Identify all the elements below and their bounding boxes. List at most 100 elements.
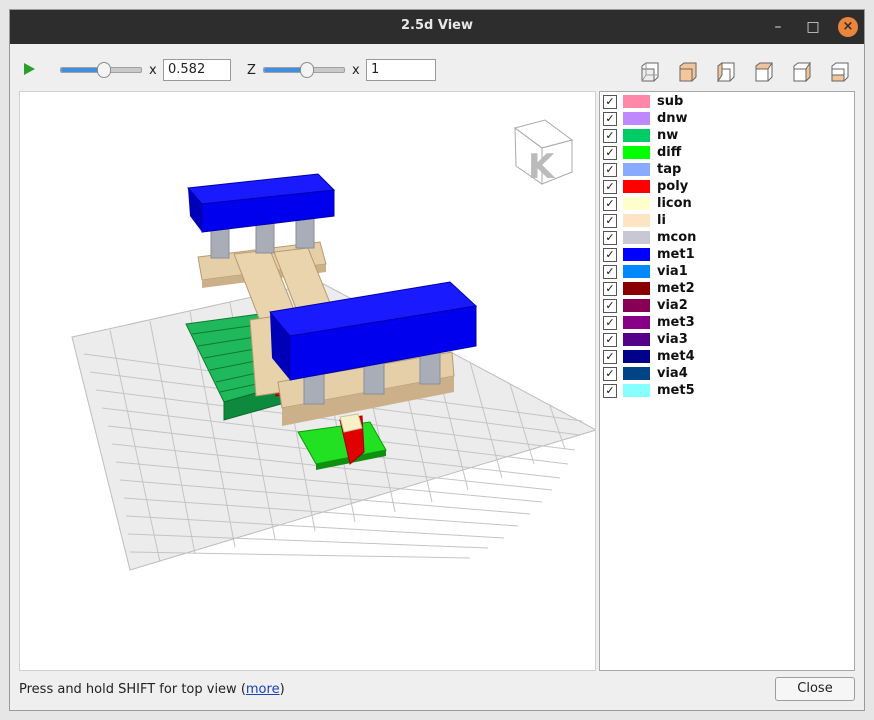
layer-color-swatch [623,214,650,227]
layer-row-met2[interactable]: ✓ met2 [602,280,852,297]
layer-name: li [657,213,666,228]
maximize-icon[interactable]: □ [803,17,823,37]
layer-row-dnw[interactable]: ✓ dnw [602,110,852,127]
layer-name: met4 [657,349,695,364]
layer-color-swatch [623,112,650,125]
mcon-pillar [210,227,230,259]
layer-checkbox[interactable]: ✓ [603,180,617,194]
dialog-window: 2.5d View – □ × x 0.582 Z x 1 K ✓ sub ✓ … [9,9,865,711]
scale-z-label: x [352,63,360,78]
close-button[interactable]: Close [775,677,855,701]
scale-z-slider[interactable] [263,62,345,78]
layer-name: met1 [657,247,695,262]
layer-name: via1 [657,264,688,279]
view-left-icon[interactable] [714,60,738,84]
layer-row-met3[interactable]: ✓ met3 [602,314,852,331]
view-bottom-icon[interactable] [828,60,852,84]
scale-x-slider[interactable] [60,62,142,78]
layer-name: tap [657,162,682,177]
slider-handle[interactable] [97,62,111,78]
z-label: Z [247,63,256,78]
layer-name: via2 [657,298,688,313]
layer-row-tap[interactable]: ✓ tap [602,161,852,178]
layer-name: via4 [657,366,688,381]
layer-color-swatch [623,367,650,380]
layer-color-swatch [623,265,650,278]
layer-color-swatch [623,282,650,295]
layer-name: licon [657,196,692,211]
layer-checkbox[interactable]: ✓ [603,333,617,347]
slider-handle[interactable] [300,62,314,78]
layer-checkbox[interactable]: ✓ [603,163,617,177]
layer-checkbox[interactable]: ✓ [603,197,617,211]
play-icon[interactable] [24,63,35,75]
layer-row-mcon[interactable]: ✓ mcon [602,229,852,246]
layer-color-swatch [623,163,650,176]
minimize-icon[interactable]: – [768,17,788,37]
layer-row-diff[interactable]: ✓ diff [602,144,852,161]
layer-name: poly [657,179,689,194]
layer-checkbox[interactable]: ✓ [603,231,617,245]
scale-x-input[interactable]: 0.582 [163,59,231,81]
view-right-icon[interactable] [752,60,776,84]
layer-row-met1[interactable]: ✓ met1 [602,246,852,263]
layer-row-via3[interactable]: ✓ via3 [602,331,852,348]
layer-checkbox[interactable]: ✓ [603,367,617,381]
layer-color-swatch [623,333,650,346]
layer-row-sub[interactable]: ✓ sub [602,93,852,110]
layer-checkbox[interactable]: ✓ [603,248,617,262]
layer-color-swatch [623,180,650,193]
layer-color-swatch [623,248,650,261]
layer-color-swatch [623,316,650,329]
layer-name: sub [657,94,684,109]
layer-color-swatch [623,129,650,142]
layer-row-met5[interactable]: ✓ met5 [602,382,852,399]
layer-checkbox[interactable]: ✓ [603,95,617,109]
layer-color-swatch [623,146,650,159]
layer-name: mcon [657,230,697,245]
close-icon[interactable]: × [838,17,858,37]
layer-checkbox[interactable]: ✓ [603,282,617,296]
layer-color-swatch [623,299,650,312]
layer-checkbox[interactable]: ✓ [603,146,617,160]
scale-x-label: x [149,63,157,78]
view-back-icon[interactable] [676,60,700,84]
scale-z-input[interactable]: 1 [366,59,436,81]
layer-checkbox[interactable]: ✓ [603,350,617,364]
layer-name: met2 [657,281,695,296]
layer-name: diff [657,145,682,160]
svg-text:K: K [528,147,556,187]
layer-checkbox[interactable]: ✓ [603,129,617,143]
layer-row-li[interactable]: ✓ li [602,212,852,229]
layer-name: nw [657,128,679,143]
view-top-icon[interactable] [790,60,814,84]
layer-row-via4[interactable]: ✓ via4 [602,365,852,382]
layer-checkbox[interactable]: ✓ [603,214,617,228]
view-front-icon[interactable] [638,60,662,84]
status-text: Press and hold SHIFT for top view (more) [19,682,285,697]
layer-checkbox[interactable]: ✓ [603,316,617,330]
toolbar: x 0.582 Z x 1 [10,46,864,90]
layer-list: ✓ sub ✓ dnw ✓ nw ✓ diff ✓ tap ✓ poly ✓ licon ✓ li ✓ mcon ✓… [599,91,855,671]
layer-row-met4[interactable]: ✓ met4 [602,348,852,365]
layer-checkbox[interactable]: ✓ [603,265,617,279]
orientation-cube-icon: K [513,119,574,187]
layer-name: dnw [657,111,688,126]
layout-3d-render: K [71,119,595,571]
layer-color-swatch [623,350,650,363]
layer-checkbox[interactable]: ✓ [603,299,617,313]
layer-checkbox[interactable]: ✓ [603,112,617,126]
layer-color-swatch [623,231,650,244]
layer-row-via1[interactable]: ✓ via1 [602,263,852,280]
window-title: 2.5d View [401,18,473,33]
layer-checkbox[interactable]: ✓ [603,384,617,398]
title-bar[interactable]: 2.5d View – □ × [10,10,864,44]
layer-row-via2[interactable]: ✓ via2 [602,297,852,314]
3d-view-canvas[interactable]: K [19,91,596,671]
layer-row-poly[interactable]: ✓ poly [602,178,852,195]
layer-row-licon[interactable]: ✓ licon [602,195,852,212]
layer-color-swatch [623,384,650,397]
layer-name: met5 [657,383,695,398]
more-link[interactable]: more [246,682,280,697]
layer-row-nw[interactable]: ✓ nw [602,127,852,144]
